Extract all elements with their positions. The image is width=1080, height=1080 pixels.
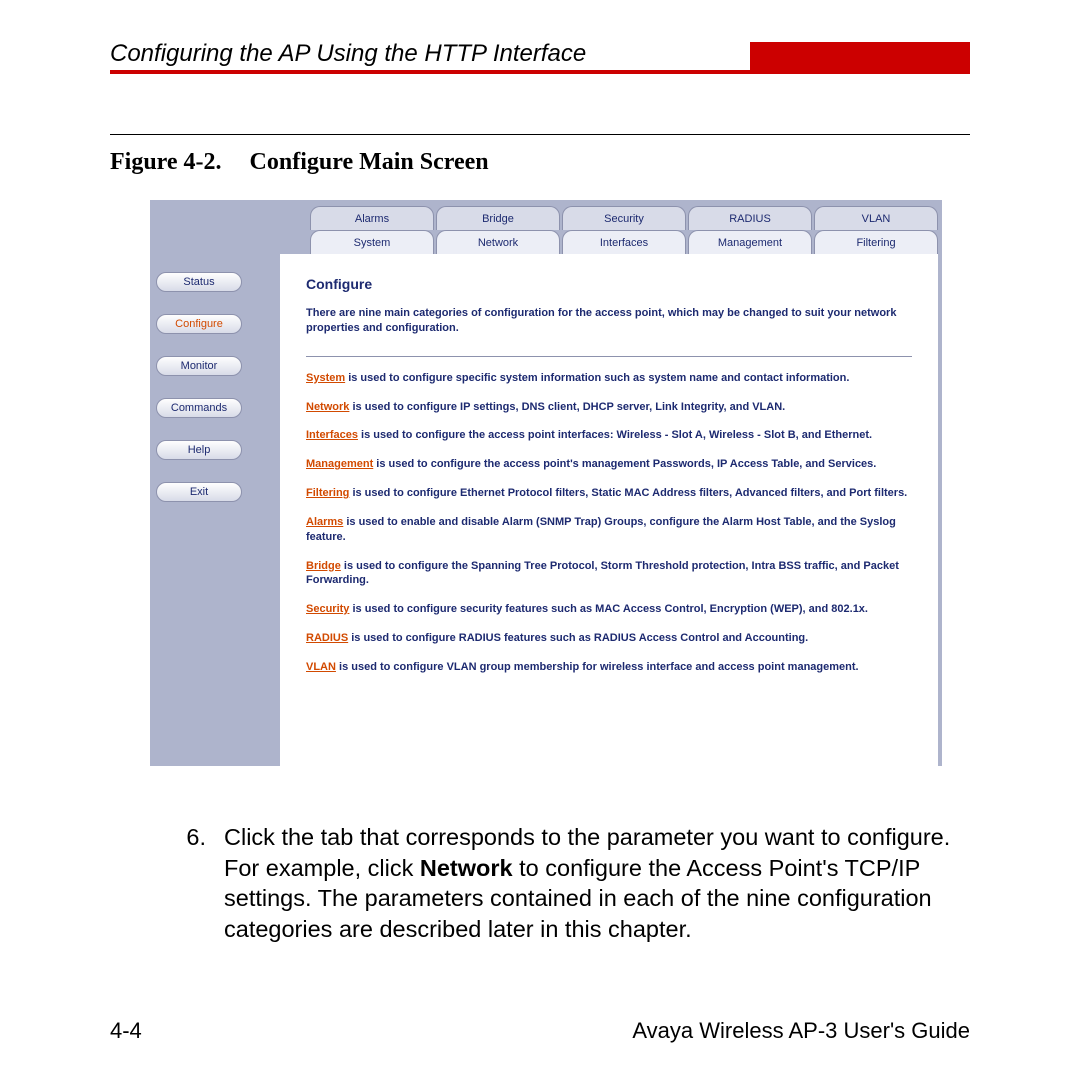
tab-vlan[interactable]: VLAN xyxy=(814,206,938,230)
nav-help-button[interactable]: Help xyxy=(156,440,242,460)
panel-divider xyxy=(306,356,912,357)
category-link-alarms[interactable]: Alarms xyxy=(306,516,343,528)
category-link-bridge[interactable]: Bridge xyxy=(306,560,341,572)
category-alarms: Alarms is used to enable and disable Ala… xyxy=(306,515,912,545)
category-link-system[interactable]: System xyxy=(306,372,345,384)
page-header-title: Configuring the AP Using the HTTP Interf… xyxy=(110,40,586,70)
category-text: is used to configure the Spanning Tree P… xyxy=(306,560,899,587)
tab-alarms[interactable]: Alarms xyxy=(310,206,434,230)
category-system: System is used to configure specific sys… xyxy=(306,371,912,386)
instruction-text: Click the tab that corresponds to the pa… xyxy=(224,822,970,944)
content-panel: Configure There are nine main categories… xyxy=(280,254,938,766)
category-security: Security is used to configure security f… xyxy=(306,602,912,617)
category-text: is used to enable and disable Alarm (SNM… xyxy=(306,516,896,543)
tab-bridge[interactable]: Bridge xyxy=(436,206,560,230)
figure-title: Configure Main Screen xyxy=(250,149,489,175)
tab-radius[interactable]: RADIUS xyxy=(688,206,812,230)
category-link-filtering[interactable]: Filtering xyxy=(306,487,349,499)
instruction-text-bold: Network xyxy=(420,855,513,881)
category-link-radius[interactable]: RADIUS xyxy=(306,632,348,644)
instruction-step: 6. Click the tab that corresponds to the… xyxy=(170,822,970,944)
figure-caption: Figure 4-2. Configure Main Screen xyxy=(110,135,970,200)
footer-page-number: 4-4 xyxy=(110,1018,142,1044)
category-text: is used to configure specific system inf… xyxy=(345,372,849,384)
category-management: Management is used to configure the acce… xyxy=(306,457,912,472)
nav-exit-button[interactable]: Exit xyxy=(156,482,242,502)
category-link-interfaces[interactable]: Interfaces xyxy=(306,429,358,441)
category-bridge: Bridge is used to configure the Spanning… xyxy=(306,559,912,589)
category-filtering: Filtering is used to configure Ethernet … xyxy=(306,486,912,501)
tab-row-upper: AlarmsBridgeSecurityRADIUSVLAN xyxy=(310,204,938,230)
category-text: is used to configure IP settings, DNS cl… xyxy=(349,401,785,413)
header-accent-box xyxy=(750,42,970,70)
left-nav: Status Configure Monitor Commands Help Exit xyxy=(156,272,248,502)
tab-management[interactable]: Management xyxy=(688,230,812,254)
tab-security[interactable]: Security xyxy=(562,206,686,230)
nav-configure-button[interactable]: Configure xyxy=(156,314,242,334)
footer-doc-title: Avaya Wireless AP-3 User's Guide xyxy=(632,1018,970,1044)
category-text: is used to configure RADIUS features suc… xyxy=(348,632,808,644)
category-interfaces: Interfaces is used to configure the acce… xyxy=(306,428,912,443)
category-link-management[interactable]: Management xyxy=(306,458,373,470)
category-text: is used to configure VLAN group membersh… xyxy=(336,661,859,673)
category-text: is used to configure the access point in… xyxy=(358,429,872,441)
nav-status-button[interactable]: Status xyxy=(156,272,242,292)
category-vlan: VLAN is used to configure VLAN group mem… xyxy=(306,660,912,675)
nav-commands-button[interactable]: Commands xyxy=(156,398,242,418)
category-text: is used to configure security features s… xyxy=(349,603,868,615)
tab-network[interactable]: Network xyxy=(436,230,560,254)
figure-label: Figure 4-2. xyxy=(110,149,222,175)
category-radius: RADIUS is used to configure RADIUS featu… xyxy=(306,631,912,646)
category-text: is used to configure Ethernet Protocol f… xyxy=(349,487,907,499)
category-text: is used to configure the access point's … xyxy=(373,458,876,470)
category-network: Network is used to configure IP settings… xyxy=(306,400,912,415)
tab-interfaces[interactable]: Interfaces xyxy=(562,230,686,254)
category-link-vlan[interactable]: VLAN xyxy=(306,661,336,673)
tab-filtering[interactable]: Filtering xyxy=(814,230,938,254)
panel-intro-text: There are nine main categories of config… xyxy=(306,306,912,336)
category-link-network[interactable]: Network xyxy=(306,401,349,413)
screenshot-configure-main: AlarmsBridgeSecurityRADIUSVLAN SystemNet… xyxy=(150,200,942,766)
instruction-number: 6. xyxy=(170,822,206,944)
tab-system[interactable]: System xyxy=(310,230,434,254)
nav-monitor-button[interactable]: Monitor xyxy=(156,356,242,376)
category-link-security[interactable]: Security xyxy=(306,603,349,615)
panel-title: Configure xyxy=(306,276,912,292)
page-footer: 4-4 Avaya Wireless AP-3 User's Guide xyxy=(110,1018,970,1044)
tab-row-lower: SystemNetworkInterfacesManagementFilteri… xyxy=(310,228,938,254)
